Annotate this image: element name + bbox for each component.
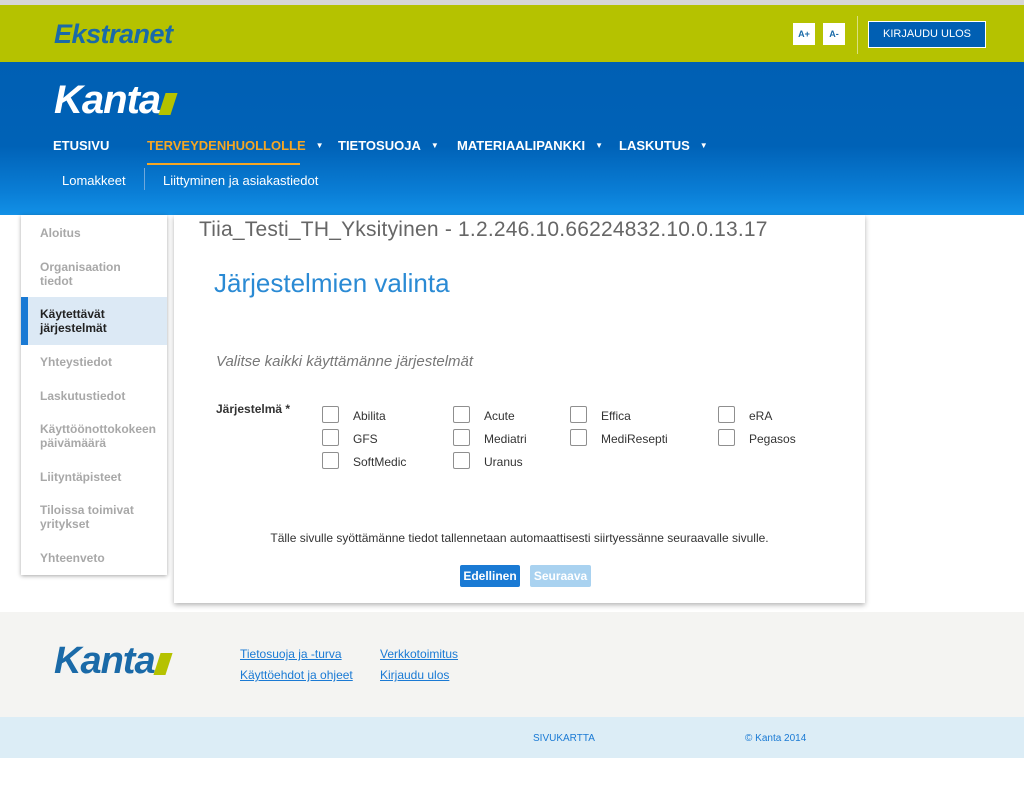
sidebar-item-label: Yhteystiedot: [40, 355, 113, 369]
checkbox-mediresepti[interactable]: [570, 429, 587, 446]
instruction-text: Valitse kaikki käyttämänne järjestelmät: [216, 353, 474, 370]
checkbox-softmedic[interactable]: [322, 452, 339, 469]
nav-materiaalipankki[interactable]: MATERIAALIPANKKI ▼: [457, 138, 603, 153]
nav-tietosuoja[interactable]: TIETOSUOJA ▼: [338, 138, 439, 153]
footer-kanta-logo[interactable]: Kanta: [54, 640, 173, 683]
sidebar-item-aloitus[interactable]: Aloitus: [21, 226, 167, 240]
subnav-lomakkeet[interactable]: Lomakkeet: [62, 173, 126, 188]
checkbox-label[interactable]: Mediatri: [484, 432, 527, 446]
subnav-liittyminen[interactable]: Liittyminen ja asiakastiedot: [163, 173, 318, 188]
sitemap-link[interactable]: SIVUKARTTA: [533, 733, 595, 744]
organization-title: Tiia_Testi_TH_Yksityinen - 1.2.246.10.66…: [199, 218, 768, 241]
sidebar-item-label: Organisaation: [40, 260, 121, 274]
next-button[interactable]: Seuraava: [530, 565, 591, 587]
footer-link-tietosuoja[interactable]: Tietosuoja ja -turva: [240, 647, 342, 661]
active-nav-underline: [147, 163, 300, 165]
checkbox-label[interactable]: eRA: [749, 409, 772, 423]
nav-terveydenhuollolle[interactable]: TERVEYDENHUOLLOLLE ▼: [147, 138, 324, 153]
sidebar-item-label: Liityntäpisteet: [40, 470, 122, 484]
site-header: Kanta ETUSIVU TERVEYDENHUOLLOLLE ▼ TIETOS…: [0, 62, 1024, 215]
font-increase-button[interactable]: A+: [793, 23, 815, 45]
nav-etusivu[interactable]: ETUSIVU: [53, 138, 109, 153]
sidebar-item-laskutustiedot[interactable]: Laskutustiedot: [21, 389, 167, 403]
kanta-logo-mark-icon: [153, 653, 173, 675]
checkbox-uranus[interactable]: [453, 452, 470, 469]
sidebar-item-kaytettavat-jarjestelmat[interactable]: Käytettävät järjestelmät: [21, 297, 167, 345]
ekstranet-brand: Ekstranet: [54, 19, 173, 49]
checkbox-pegasos[interactable]: [718, 429, 735, 446]
sidebar-item-label: tiedot: [40, 274, 73, 288]
checkbox-label[interactable]: Abilita: [353, 409, 386, 423]
sidebar-item-label: Yhteenveto: [40, 551, 105, 565]
autosave-note: Tälle sivulle syöttämänne tiedot tallenn…: [270, 531, 769, 545]
font-decrease-button[interactable]: A-: [823, 23, 845, 45]
chevron-down-icon: ▼: [315, 141, 324, 150]
footer-link-kayttoehdot[interactable]: Käyttöehdot ja ohjeet: [240, 668, 353, 682]
checkbox-label[interactable]: MediResepti: [601, 432, 668, 446]
footer-link-kirjaudu-ulos[interactable]: Kirjaudu ulos: [380, 668, 449, 682]
main-panel: Tiia_Testi_TH_Yksityinen - 1.2.246.10.66…: [174, 215, 865, 603]
sidebar-item-label: Käyttöönottokokeen: [40, 422, 157, 436]
checkbox-mediatri[interactable]: [453, 429, 470, 446]
sidebar-item-yhteystiedot[interactable]: Yhteystiedot: [21, 355, 167, 369]
previous-button[interactable]: Edellinen: [460, 565, 520, 587]
kanta-logo-text: Kanta: [54, 78, 161, 122]
kanta-logo[interactable]: Kanta: [54, 78, 178, 123]
chevron-down-icon: ▼: [430, 141, 439, 150]
wizard-sidebar: Aloitus Organisaation tiedot Käytettävät j…: [21, 215, 167, 575]
top-bar: Ekstranet A+ A- KIRJAUDU ULOS: [0, 5, 1024, 62]
nav-label: MATERIAALIPANKKI: [457, 138, 586, 153]
checkbox-acute[interactable]: [453, 406, 470, 423]
sidebar-item-liityntapisteet[interactable]: Liityntäpisteet: [21, 470, 167, 484]
checkbox-label[interactable]: Acute: [484, 409, 515, 423]
nav-laskutus[interactable]: LASKUTUS ▼: [619, 138, 708, 153]
footer-logo-text: Kanta: [54, 640, 156, 682]
sidebar-item-label: Käytettävät: [40, 307, 105, 321]
nav-label: TIETOSUOJA: [338, 138, 421, 153]
checkbox-label[interactable]: Effica: [601, 409, 631, 423]
footer-link-verkkotoimitus[interactable]: Verkkotoimitus: [380, 647, 458, 661]
sidebar-item-tiloissa-toimivat-yritykset[interactable]: Tiloissa toimivat yritykset: [21, 503, 167, 531]
checkbox-label[interactable]: SoftMedic: [353, 455, 406, 469]
system-field-label: Järjestelmä *: [216, 402, 291, 416]
chevron-down-icon: ▼: [595, 141, 603, 150]
checkbox-label[interactable]: GFS: [353, 432, 378, 446]
subnav-divider: [144, 168, 145, 190]
sidebar-item-label: päivämäärä: [40, 436, 107, 450]
checkbox-abilita[interactable]: [322, 406, 339, 423]
checkbox-gfs[interactable]: [322, 429, 339, 446]
sidebar-item-label: yritykset: [40, 517, 90, 531]
sidebar-item-organisaation-tiedot[interactable]: Organisaation tiedot: [21, 260, 167, 288]
sidebar-item-label: Tiloissa toimivat: [40, 503, 134, 517]
sidebar-item-yhteenveto[interactable]: Yhteenveto: [21, 551, 167, 565]
copyright-text: © Kanta 2014: [745, 733, 807, 744]
footer-bottom-bar: SIVUKARTTA © Kanta 2014: [0, 717, 1024, 758]
page-title: Järjestelmien valinta: [214, 268, 450, 298]
checkbox-effica[interactable]: [570, 406, 587, 423]
logout-button[interactable]: KIRJAUDU ULOS: [868, 21, 986, 48]
kanta-logo-mark-icon: [158, 93, 178, 115]
checkbox-era[interactable]: [718, 406, 735, 423]
footer: Kanta Tietosuoja ja -turva Käyttöehdot j…: [0, 612, 1024, 717]
nav-label: LASKUTUS: [619, 138, 690, 153]
sidebar-item-kayttoonottokokeen-paivamaara[interactable]: Käyttöönottokokeen päivämäärä: [21, 422, 167, 450]
sidebar-item-label: Aloitus: [40, 226, 81, 240]
nav-label: TERVEYDENHUOLLOLLE: [147, 138, 306, 153]
sidebar-item-label: Laskutustiedot: [40, 389, 126, 403]
checkbox-label[interactable]: Pegasos: [749, 432, 796, 446]
topbar-divider: [857, 16, 858, 54]
checkbox-label[interactable]: Uranus: [484, 455, 523, 469]
sidebar-item-label: järjestelmät: [40, 321, 107, 335]
chevron-down-icon: ▼: [699, 141, 708, 150]
nav-label: ETUSIVU: [53, 138, 110, 153]
